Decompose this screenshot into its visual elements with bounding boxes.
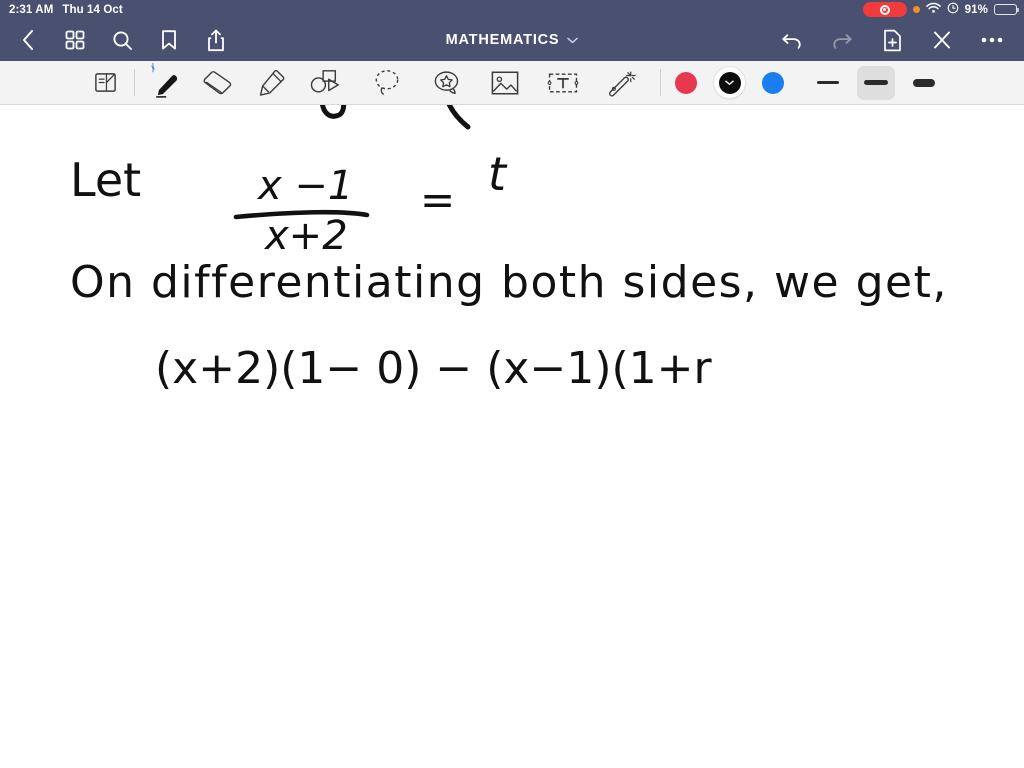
page-title[interactable]: MATHEMATICS	[446, 32, 560, 48]
pen-tool[interactable]: ᛀ	[146, 63, 188, 103]
battery-percent-label: 91%	[964, 3, 988, 16]
redo-icon[interactable]	[828, 26, 856, 54]
note-canvas[interactable]: Let x −1 x+2 = t On differentiating both…	[0, 105, 1024, 768]
app-root: 2:31 AM Thu 14 Oct 91% MATHEMATICS ᛀ Let…	[0, 0, 1024, 768]
color-swatch-black-selected[interactable]	[714, 67, 745, 98]
chevron-down-icon[interactable]	[567, 37, 579, 44]
ink-line3: (x+2)(1− 0) − (x−1)(1+r	[155, 343, 712, 394]
back-chevron-icon[interactable]	[14, 26, 42, 54]
nav-right-group	[778, 26, 1024, 54]
undo-icon[interactable]	[778, 26, 806, 54]
stroke-width-group	[809, 65, 943, 100]
status-date: Thu 14 Oct	[62, 3, 123, 16]
stroke-width-thick[interactable]	[905, 66, 943, 100]
ink-line1-numerator: x −1	[258, 163, 354, 209]
drawing-toolbar: ᛀ	[0, 61, 1024, 105]
screen-recording-pill-icon	[862, 2, 907, 17]
navigation-bar: MATHEMATICS	[0, 19, 1024, 61]
lasso-select-tool[interactable]	[366, 63, 408, 103]
sticker-tool[interactable]	[426, 63, 468, 103]
share-icon[interactable]	[202, 26, 230, 54]
status-bar-right: 91%	[862, 2, 1024, 17]
more-icon[interactable]	[978, 26, 1006, 54]
status-time: 2:31 AM	[9, 3, 54, 16]
text-box-tool[interactable]	[542, 63, 584, 103]
image-tool[interactable]	[484, 63, 526, 103]
close-icon[interactable]	[928, 26, 956, 54]
shapes-tool[interactable]	[304, 63, 346, 103]
ink-line1-denominator: x+2	[265, 213, 348, 259]
nav-left-group	[0, 26, 230, 54]
battery-icon	[994, 4, 1019, 15]
rotation-lock-icon	[947, 2, 959, 17]
grid-thumbnails-icon[interactable]	[61, 26, 89, 54]
toolbar-divider	[134, 69, 135, 96]
bookmark-icon[interactable]	[155, 26, 183, 54]
magic-wand-tool[interactable]	[600, 63, 642, 103]
record-ring-icon	[879, 4, 890, 15]
orange-privacy-dot-icon	[912, 6, 920, 13]
ink-line2: On differentiating both sides, we get,	[70, 257, 948, 308]
swatch-chevron-down-icon	[725, 80, 734, 85]
status-bar-left: 2:31 AM Thu 14 Oct	[0, 4, 123, 16]
search-icon[interactable]	[108, 26, 136, 54]
wifi-icon	[925, 2, 941, 17]
stroke-width-thin[interactable]	[809, 66, 847, 100]
stroke-width-medium-selected[interactable]	[857, 65, 895, 100]
color-swatch-blue[interactable]	[762, 71, 784, 94]
color-swatch-group	[675, 67, 784, 98]
handwriting-ink-layer	[233, 105, 471, 220]
ink-line1-prefix: Let	[70, 153, 142, 207]
add-page-icon[interactable]	[878, 26, 906, 54]
toolbar-divider-2	[660, 69, 661, 96]
page-flip-icon[interactable]	[84, 63, 126, 103]
color-swatch-red[interactable]	[675, 71, 697, 94]
status-bar: 2:31 AM Thu 14 Oct 91%	[0, 0, 1024, 19]
ink-line1-result: t	[488, 147, 507, 201]
eraser-tool[interactable]	[198, 63, 240, 103]
ink-line1-equals: =	[420, 175, 456, 224]
highlighter-tool[interactable]	[250, 63, 292, 103]
